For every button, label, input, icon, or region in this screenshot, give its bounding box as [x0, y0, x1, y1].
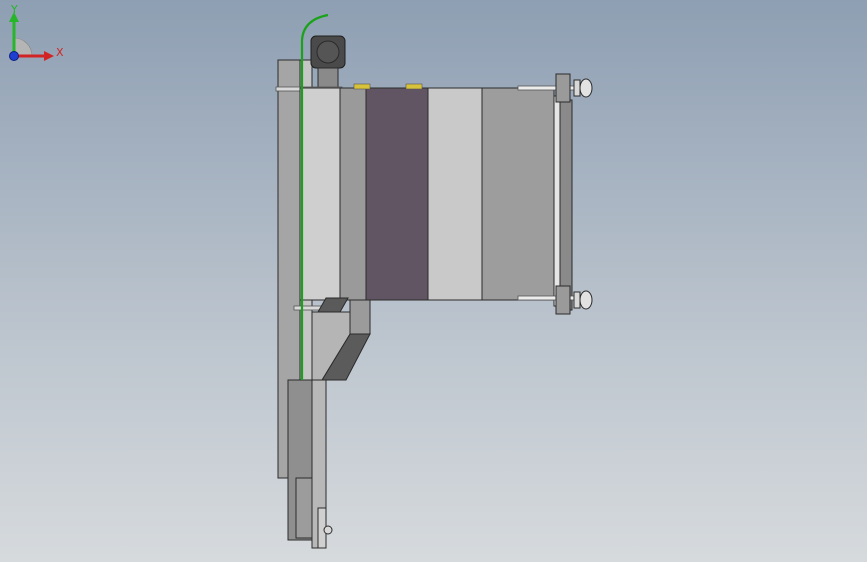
end-plate [553, 95, 573, 311]
axis-triad: Y X [9, 3, 64, 61]
motor [310, 35, 346, 89]
purple-insert [365, 87, 429, 301]
x-arrow-head [44, 51, 54, 61]
bracket [317, 507, 333, 549]
y-axis-label: Y [10, 3, 18, 16]
clamp-block [299, 83, 555, 301]
cad-model [275, 13, 593, 549]
z-axis-dot [9, 51, 19, 61]
graphics-viewport[interactable]: Y X [0, 0, 867, 562]
chute [311, 297, 371, 381]
x-axis-label: X [56, 46, 64, 59]
